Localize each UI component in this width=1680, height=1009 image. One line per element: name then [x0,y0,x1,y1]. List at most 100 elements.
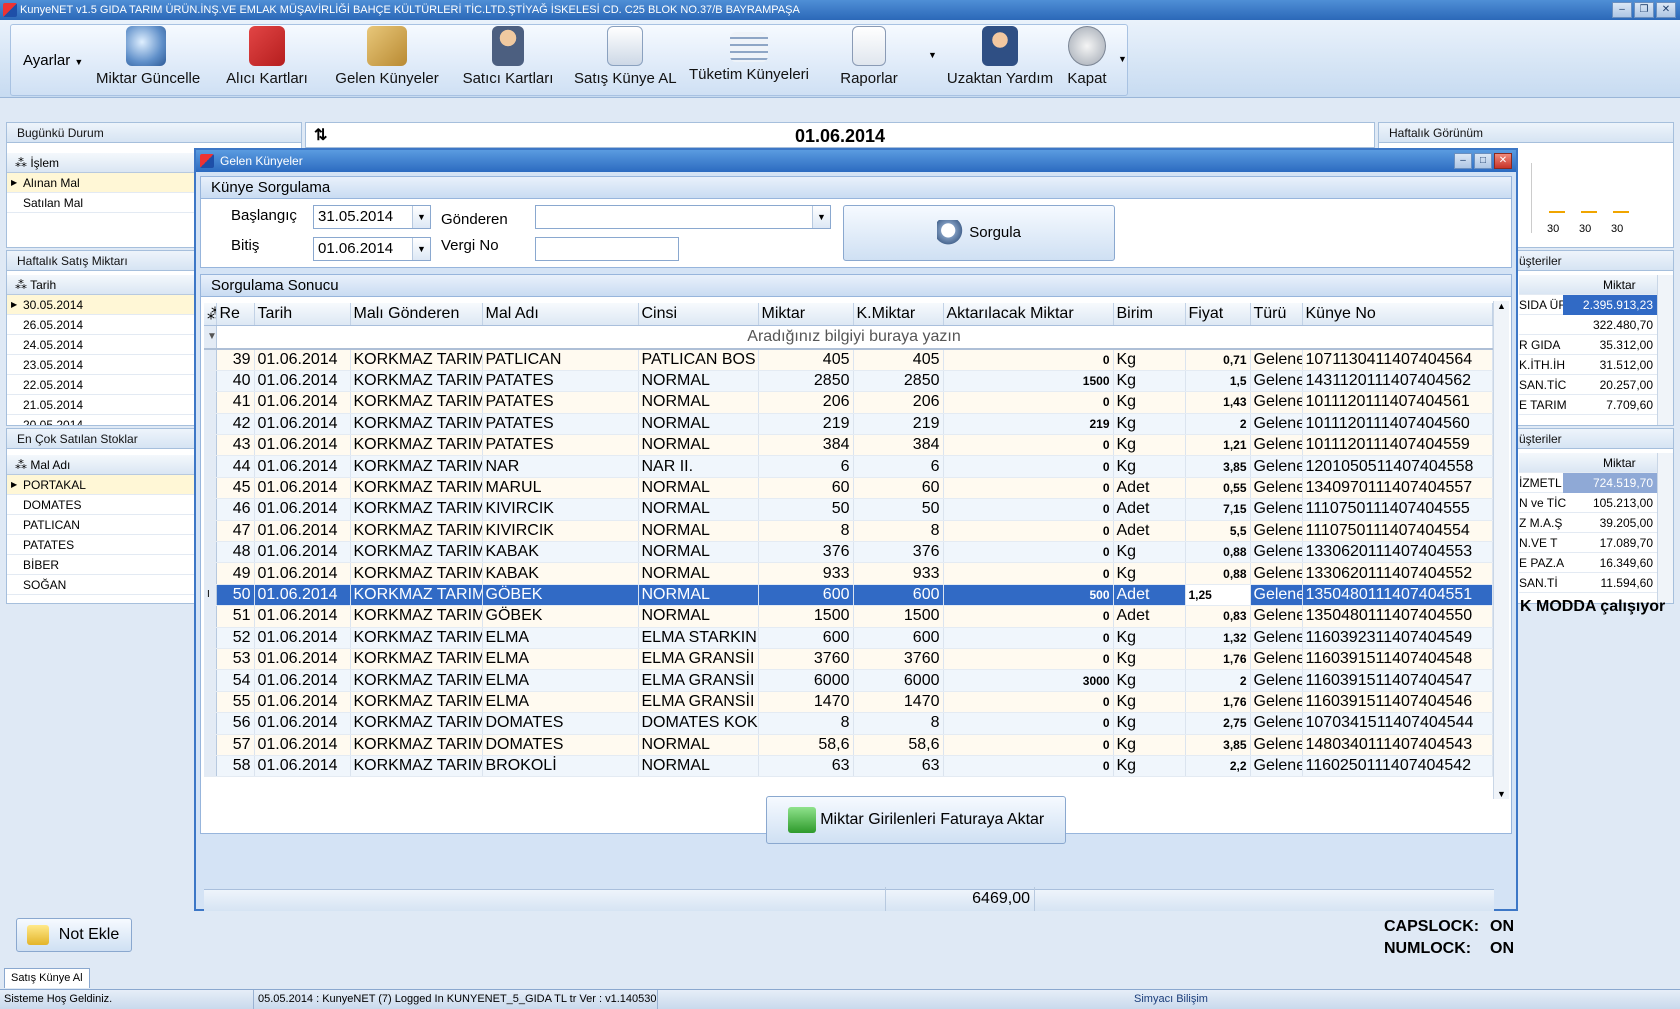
cell-aktarilacak[interactable]: 0 [943,520,1114,543]
results-scrollbar[interactable]: ▲ ▼ [1493,301,1509,799]
restore-button[interactable]: ❐ [1634,2,1654,18]
row-indicator[interactable] [204,541,217,564]
table-row[interactable]: E PAZ.A 16.349,60 [1519,553,1657,573]
table-row[interactable]: 45 01.06.2014 KORKMAZ TARIM MARUL NORMAL 60 60… [204,477,1493,500]
cell-fiyat[interactable]: 1,5 [1185,370,1251,393]
scroll-up-icon[interactable]: ▲ [1494,301,1509,311]
table-row[interactable]: 40 01.06.2014 KORKMAZ TARIM PATATES NORMAL 28… [204,370,1493,393]
cell-aktarilacak[interactable]: 0 [943,627,1114,649]
table-row[interactable]: 322.480,70 [1519,315,1657,335]
col-header-fiyat[interactable]: Fiyat [1185,303,1251,326]
cell-aktarilacak[interactable]: 0 [943,691,1114,714]
ribbon-button-gelen-kunyeler[interactable]: Gelen Künyeler [334,26,440,87]
col-header-re[interactable]: Re [216,303,255,326]
row-indicator[interactable] [204,455,217,478]
table-row[interactable]: 47 01.06.2014 KORKMAZ TARIM KIVIRCIK NORMAL 8… [204,520,1493,543]
table-row[interactable]: İZMETL 724.519,70 [1519,473,1657,493]
table-row[interactable]: K.İTH.İH 31.512,00 [1519,355,1657,375]
col-header-aktarilacak-miktar[interactable]: Aktarılacak Miktar [943,303,1114,326]
row-indicator[interactable] [204,413,217,436]
row-indicator[interactable] [204,627,217,649]
col-header-mali-gonderen[interactable]: Malı Gönderen [350,303,483,326]
ribbon-button-tuketim-kunyeleri[interactable]: Tüketim Künyeleri [686,26,812,83]
row-indicator[interactable] [204,434,217,457]
table-row[interactable]: 57 01.06.2014 KORKMAZ TARIM DOMATES NORMAL 58… [204,734,1493,756]
refresh-icon[interactable]: ⇅ [314,123,327,149]
table-row[interactable]: I 50 01.06.2014 KORKMAZ TARIM GÖBEK NORMAL 600… [204,584,1493,607]
query-button[interactable]: Sorgula [843,205,1115,261]
start-date-field[interactable]: 31.05.2014 ▼ [313,205,431,229]
table-row[interactable]: 54 01.06.2014 KORKMAZ TARIM ELMA ELMA GRANSİ… [204,669,1493,692]
table-row[interactable]: 41 01.06.2014 KORKMAZ TARIM PATATES NORMAL 20… [204,391,1493,414]
cell-fiyat[interactable]: 2,75 [1185,712,1251,735]
tab-satis-kunye-al[interactable]: Satış Künye Al [4,968,90,988]
table-row[interactable]: SAN.Tİ 11.594,60 [1519,573,1657,593]
minimize-button[interactable]: – [1612,2,1632,18]
table-row[interactable]: 49 01.06.2014 KORKMAZ TARIM KABAK NORMAL 933 9… [204,562,1493,585]
cell-aktarilacak[interactable]: 0 [943,498,1114,521]
table-row[interactable]: 39 01.06.2014 KORKMAZ TARIM PATLICAN PATLICA… [204,349,1493,371]
dialog-minimize-button[interactable]: – [1454,153,1472,169]
row-indicator[interactable] [204,648,217,671]
cell-aktarilacak[interactable]: 0 [943,477,1114,500]
table-row[interactable]: 55 01.06.2014 KORKMAZ TARIM ELMA ELMA GRANSİ… [204,691,1493,714]
table-row[interactable]: 58 01.06.2014 KORKMAZ TARIM BROKOLİ NORMAL 63… [204,755,1493,778]
cell-aktarilacak[interactable]: 0 [943,455,1114,478]
cell-fiyat[interactable]: 1,76 [1185,648,1251,671]
cell-fiyat[interactable]: 1,21 [1185,434,1251,457]
table-row[interactable]: Z M.A.Ş 39.205,00 [1519,513,1657,533]
col-header-mal-adi[interactable]: Mal Adı [482,303,639,326]
dialog-maximize-button[interactable]: □ [1474,153,1492,169]
col-header-birim[interactable]: Birim [1113,303,1186,326]
table-row[interactable]: 52 01.06.2014 KORKMAZ TARIM ELMA ELMA STARKI… [204,627,1493,649]
cell-aktarilacak[interactable]: 0 [943,648,1114,671]
cell-fiyat[interactable]: 3,85 [1185,734,1251,756]
row-indicator[interactable] [204,669,217,692]
table-row[interactable]: 42 01.06.2014 KORKMAZ TARIM PATATES NORMAL 21… [204,413,1493,436]
cell-aktarilacak[interactable]: 0 [943,562,1114,585]
end-date-field[interactable]: 01.06.2014 ▼ [313,237,431,261]
table-row[interactable]: 43 01.06.2014 KORKMAZ TARIM PATATES NORMAL 38… [204,434,1493,457]
suppliers-scrollbar[interactable] [1657,453,1673,603]
customers-scrollbar[interactable] [1657,275,1673,425]
row-indicator[interactable] [204,712,217,735]
ribbon-button-kapat[interactable]: Kapat [1062,26,1112,87]
cell-fiyat[interactable]: 0,88 [1185,562,1251,585]
table-row[interactable]: SIDA ÜR 2.395.913,23 [1519,295,1657,315]
cell-aktarilacak[interactable]: 0 [943,391,1114,414]
cell-aktarilacak[interactable]: 0 [943,605,1114,628]
col-header-kunye-no[interactable]: Künye No [1302,303,1493,326]
cell-fiyat[interactable]: 2,2 [1185,755,1251,778]
row-indicator[interactable] [204,520,217,543]
transfer-to-invoice-button[interactable]: Miktar Girilenleri Faturaya Aktar [766,796,1066,844]
tax-no-field[interactable] [535,237,679,261]
ribbon-button-satici-kartlari[interactable]: Satıcı Kartları [460,26,556,87]
ribbon-button-uzaktan-yardim[interactable]: Uzaktan Yardım [946,26,1054,87]
cell-aktarilacak[interactable]: 0 [943,349,1114,371]
cell-fiyat[interactable]: 2 [1185,413,1251,436]
ribbon-button-raporlar[interactable]: Raporlar [834,26,904,87]
row-indicator[interactable] [204,477,217,500]
cell-fiyat[interactable]: 0,55 [1185,477,1251,500]
cell-aktarilacak[interactable]: 0 [943,755,1114,778]
ribbon-more-icon[interactable]: ▼ [1118,54,1127,64]
cell-fiyat[interactable]: 0,71 [1185,349,1251,371]
col-header-turu[interactable]: Türü [1250,303,1303,326]
filter-input[interactable]: Aradığınız bilgiyi buraya yazın [216,325,1493,350]
row-indicator[interactable] [204,734,217,756]
row-indicator[interactable] [204,691,217,714]
col-header-cinsi[interactable]: Cinsi [638,303,759,326]
row-indicator[interactable] [204,391,217,414]
cell-fiyat[interactable]: 7,15 [1185,498,1251,521]
cell-fiyat[interactable]: 3,85 [1185,455,1251,478]
table-row[interactable]: E TARIM 7.709,60 [1519,395,1657,415]
chevron-down-icon[interactable]: ▼ [812,206,830,228]
scroll-down-icon[interactable]: ▼ [1494,789,1509,799]
row-indicator[interactable] [204,755,217,778]
cell-aktarilacak[interactable]: 0 [943,434,1114,457]
raporlar-dropdown-icon[interactable]: ▼ [928,50,937,60]
close-button[interactable]: ✕ [1656,2,1676,18]
row-indicator[interactable]: I [204,584,217,607]
row-indicator[interactable] [204,562,217,585]
cell-fiyat[interactable]: 1,76 [1185,691,1251,714]
